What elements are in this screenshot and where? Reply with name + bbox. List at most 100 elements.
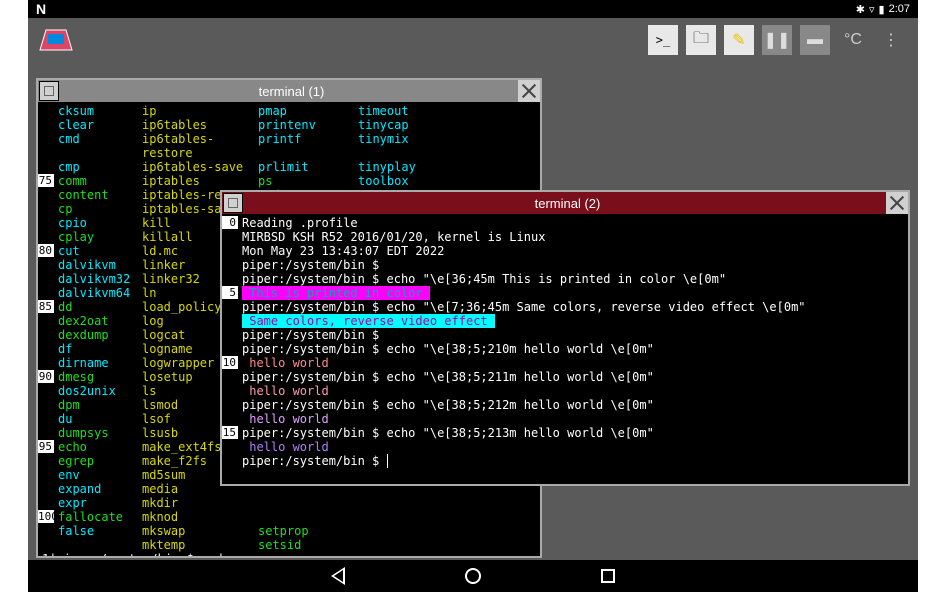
cmd-entry: timeout — [358, 104, 458, 118]
cmd-entry: pmap — [258, 104, 358, 118]
cmd-entry: dmesg — [42, 370, 142, 384]
nav-home-icon[interactable] — [465, 568, 481, 584]
cmd-entry: expand — [42, 482, 142, 496]
android-nav-bar — [28, 560, 918, 592]
android-status-bar: N ✱ ▿ ▮ 2:07 — [28, 0, 918, 18]
degree-button[interactable]: °C — [838, 25, 868, 55]
cmd-entry: mktemp — [142, 538, 258, 552]
line-number-badge: 80 — [38, 244, 54, 257]
prompt-icon: >_ — [656, 33, 670, 47]
pause-button[interactable]: ❚❚ — [762, 25, 792, 55]
prompt-line: 1|piper:/system/bin $ pwd — [42, 552, 536, 556]
cmd-entry: iptables — [142, 174, 258, 188]
folder-icon: 🗀 — [693, 27, 709, 54]
close-icon[interactable] — [886, 192, 908, 214]
pencil-icon: ✎ — [732, 30, 745, 50]
window-menu-icon[interactable] — [223, 193, 243, 213]
wifi-icon: ▿ — [869, 3, 875, 16]
cmd-entry: expr — [42, 496, 142, 510]
output-line: MIRBSD KSH R52 2016/01/20, kernel is Lin… — [242, 230, 904, 244]
close-icon[interactable] — [518, 80, 540, 102]
cmd-entry — [258, 496, 358, 510]
cmd-entry: env — [42, 468, 142, 482]
cmd-entry — [258, 510, 358, 524]
cmd-entry: printf — [258, 132, 358, 160]
cmd-entry: dex2oat — [42, 314, 142, 328]
nav-back-icon[interactable] — [331, 567, 345, 585]
cmd-entry — [42, 538, 142, 552]
output-line: Same colors, reverse video effect — [242, 314, 904, 328]
terminal-2-titlebar[interactable]: terminal (2) — [222, 192, 908, 214]
battery-icon: ▮ — [879, 3, 885, 16]
cmd-entry: clear — [42, 118, 142, 132]
line-number-badge: 95 — [38, 440, 54, 453]
workspace-area: terminal (1) cksumippmaptimeoutclearip6t… — [28, 62, 918, 560]
cmd-entry — [358, 510, 458, 524]
terminal-2-body[interactable]: 0 5 10 15 Reading .profile MIRBSD KSH R5… — [222, 214, 908, 484]
line-number-badge: 0 — [222, 216, 238, 229]
cmd-entry: tinyplay — [358, 160, 458, 174]
status-time: 2:07 — [889, 3, 910, 15]
cmd-entry: ip6tables-restore — [142, 132, 258, 160]
cmd-entry — [358, 524, 458, 538]
cmd-entry: df — [42, 342, 142, 356]
terminal-2-title: terminal (2) — [249, 196, 886, 211]
output-line: hello world — [242, 412, 904, 426]
cmd-entry: cmd — [42, 132, 142, 160]
cmd-entry: dos2unix — [42, 384, 142, 398]
folder-button[interactable]: 🗀 — [686, 25, 716, 55]
cmd-entry: mkswap — [142, 524, 258, 538]
prompt-line: piper:/system/bin $ echo "\e[36;45m This… — [242, 272, 904, 286]
cmd-entry: content — [42, 188, 142, 202]
cmd-entry: cp — [42, 202, 142, 216]
line-number-badge: 90 — [38, 370, 54, 383]
cmd-entry: toolbox — [358, 174, 458, 188]
cmd-entry: dd — [42, 300, 142, 314]
cmd-entry: tinycap — [358, 118, 458, 132]
prompt-line: piper:/system/bin $ echo "\e[38;5;213m h… — [242, 426, 904, 440]
line-number-badge: 100 — [38, 510, 54, 523]
cmd-entry: dirname — [42, 356, 142, 370]
terminal-1-titlebar[interactable]: terminal (1) — [38, 80, 540, 102]
nav-recents-icon[interactable] — [601, 569, 615, 583]
output-line: hello world — [242, 384, 904, 398]
cmd-entry: ip6tables — [142, 118, 258, 132]
output-line: hello world — [242, 440, 904, 454]
line-number-badge: 75 — [38, 174, 54, 187]
cmd-entry: prlimit — [258, 160, 358, 174]
cmd-entry — [358, 538, 458, 552]
app-logo-icon — [36, 24, 76, 56]
cmd-entry: cksum — [42, 104, 142, 118]
terminal-1-title: terminal (1) — [65, 84, 518, 99]
prompt-line: piper:/system/bin $ — [242, 328, 904, 342]
cmd-entry: false — [42, 524, 142, 538]
terminal-window-2[interactable]: terminal (2) 0 5 10 15 Reading .profile … — [220, 190, 910, 486]
prompt-line: piper:/system/bin $ echo "\e[7;36;45m Sa… — [242, 300, 904, 314]
app-toolbar: >_ 🗀 ✎ ❚❚ ▬ °C ⋮ — [28, 18, 918, 62]
output-line: This is printed in color — [242, 286, 904, 300]
edit-button[interactable]: ✎ — [724, 25, 754, 55]
cmd-entry: printenv — [258, 118, 358, 132]
cmd-entry: dumpsys — [42, 426, 142, 440]
output-line: Reading .profile — [242, 216, 904, 230]
terminal-prompt-button[interactable]: >_ — [648, 25, 678, 55]
cmd-entry: ip6tables-save — [142, 160, 258, 174]
dots-icon: ⋮ — [883, 30, 899, 50]
device-frame: N ✱ ▿ ▮ 2:07 >_ 🗀 ✎ ❚❚ ▬ °C ⋮ terminal (… — [28, 0, 918, 592]
cmd-entry: setprop — [258, 524, 358, 538]
output-line: hello world — [242, 356, 904, 370]
overflow-menu-button[interactable]: ⋮ — [876, 25, 906, 55]
line-number-badge: 10 — [222, 356, 238, 369]
window-menu-icon[interactable] — [39, 81, 59, 101]
prompt-line: piper:/system/bin $ — [242, 454, 904, 468]
cmd-entry: mknod — [142, 510, 258, 524]
cmd-entry: ps — [258, 174, 358, 188]
cmd-entry: dexdump — [42, 328, 142, 342]
line-number-badge: 5 — [222, 286, 238, 299]
cmd-entry: dpm — [42, 398, 142, 412]
cmd-entry: cut — [42, 244, 142, 258]
split-button[interactable]: ▬ — [800, 25, 830, 55]
output-line: Mon May 23 13:43:07 EDT 2022 — [242, 244, 904, 258]
cmd-entry: du — [42, 412, 142, 426]
line-number-badge: 85 — [38, 300, 54, 313]
